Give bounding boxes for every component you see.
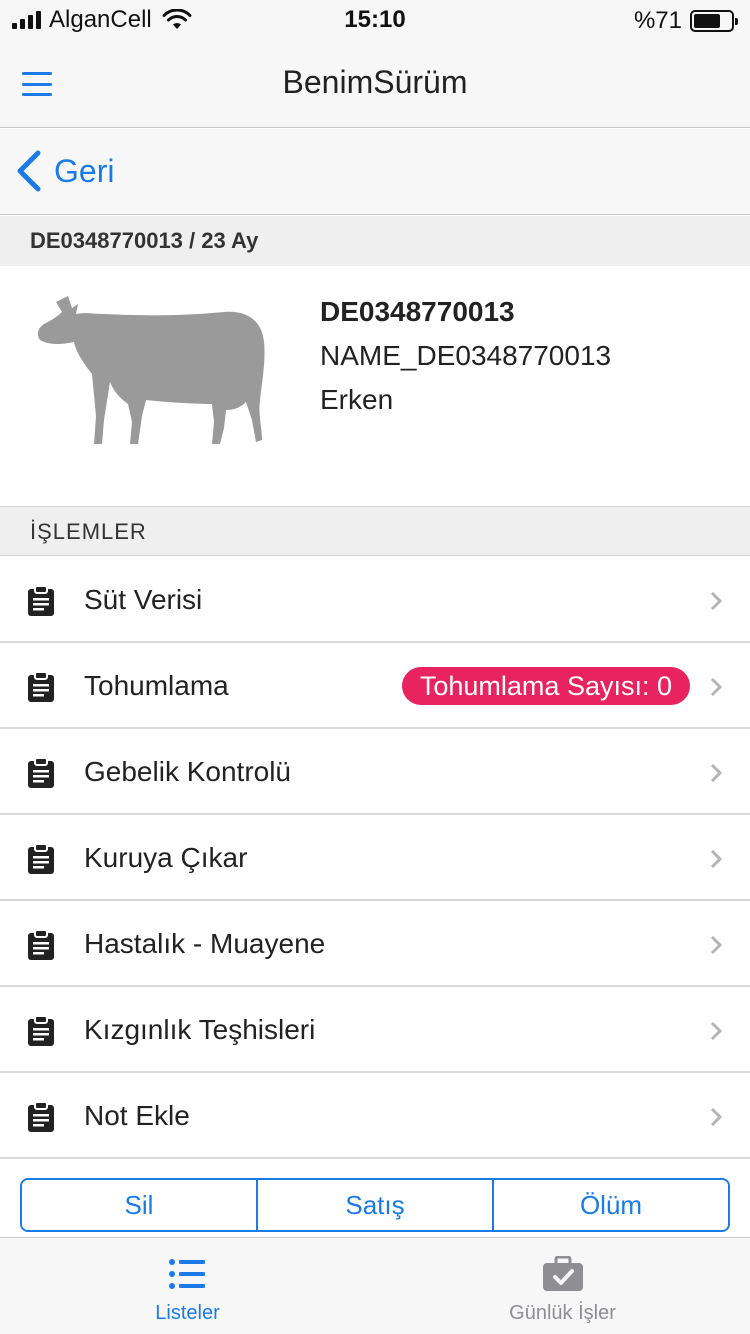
clipboard-icon	[28, 929, 54, 960]
tab-gunluk-isler[interactable]: Günlük İşler	[375, 1238, 750, 1334]
back-label: Geri	[54, 152, 115, 189]
chevron-right-icon	[710, 591, 722, 611]
insemination-count-badge: Tohumlama Sayısı: 0	[401, 667, 690, 705]
chevron-right-icon	[710, 935, 722, 955]
list-item-not-ekle[interactable]: Not Ekle	[0, 1073, 750, 1159]
list-item-label: Tohumlama	[84, 670, 229, 701]
list-item-hastalik-muayene[interactable]: Hastalık - Muayene	[0, 901, 750, 987]
app-header: BenimSürüm	[0, 40, 750, 128]
operations-list: Süt Verisi Tohumlama Tohumlama Sayısı: 0…	[0, 557, 750, 1159]
list-item-label: Süt Verisi	[84, 584, 203, 615]
battery-info: %71	[633, 7, 738, 35]
list-item-sut-verisi[interactable]: Süt Verisi	[0, 557, 750, 643]
clipboard-icon	[28, 1101, 54, 1132]
clipboard-icon	[28, 585, 54, 616]
back-button[interactable]: Geri	[14, 149, 114, 193]
cow-silhouette-icon	[37, 296, 265, 444]
list-icon	[168, 1259, 205, 1289]
animal-info: DE0348770013 NAME_DE0348770013 Erken	[320, 290, 611, 422]
chevron-right-icon	[710, 1107, 722, 1127]
battery-percent: %71	[633, 7, 682, 34]
action-segmented-control: Sil Satış Ölüm	[20, 1178, 730, 1232]
chevron-right-icon	[710, 763, 722, 783]
list-item-tohumlama[interactable]: Tohumlama Tohumlama Sayısı: 0	[0, 643, 750, 729]
app-title: BenimSürüm	[282, 64, 468, 100]
animal-name: NAME_DE0348770013	[320, 340, 612, 371]
tab-label: Listeler	[155, 1302, 220, 1324]
tab-listeler[interactable]: Listeler	[0, 1238, 375, 1334]
list-item-label: Hastalık - Muayene	[84, 928, 326, 959]
sale-button[interactable]: Satış	[256, 1180, 492, 1230]
list-item-kuruya-cikar[interactable]: Kuruya Çıkar	[0, 815, 750, 901]
chevron-right-icon	[710, 849, 722, 869]
animal-card: DE0348770013 NAME_DE0348770013 Erken	[0, 266, 750, 506]
list-item-label: Kuruya Çıkar	[84, 842, 248, 873]
death-button[interactable]: Ölüm	[492, 1180, 728, 1230]
operations-section-header: İŞLEMLER	[0, 506, 750, 556]
animal-id: DE0348770013	[320, 296, 515, 327]
clipboard-icon	[28, 671, 54, 702]
nav-bar: Geri	[0, 129, 750, 215]
battery-icon	[690, 10, 738, 32]
chevron-right-icon	[710, 677, 722, 697]
list-item-gebelik-kontrolu[interactable]: Gebelik Kontrolü	[0, 729, 750, 815]
chevron-left-icon	[17, 150, 41, 192]
status-bar: AlganCell 15:10 %71	[0, 0, 750, 40]
delete-button[interactable]: Sil	[22, 1180, 256, 1230]
list-item-label: Kızgınlık Teşhisleri	[84, 1014, 316, 1045]
briefcase-check-icon	[542, 1256, 583, 1291]
clipboard-icon	[28, 1015, 54, 1046]
tab-bar: Listeler Günlük İşler	[0, 1237, 750, 1334]
list-item-kizginlik-teshisleri[interactable]: Kızgınlık Teşhisleri	[0, 987, 750, 1073]
clipboard-icon	[28, 843, 54, 874]
animal-section-header: DE0348770013 / 23 Ay	[0, 216, 750, 266]
list-item-label: Not Ekle	[84, 1100, 190, 1131]
animal-status: Erken	[320, 384, 394, 415]
list-item-label: Gebelik Kontrolü	[84, 756, 292, 787]
clipboard-icon	[28, 757, 54, 788]
tab-label: Günlük İşler	[509, 1302, 616, 1324]
chevron-right-icon	[710, 1021, 722, 1041]
